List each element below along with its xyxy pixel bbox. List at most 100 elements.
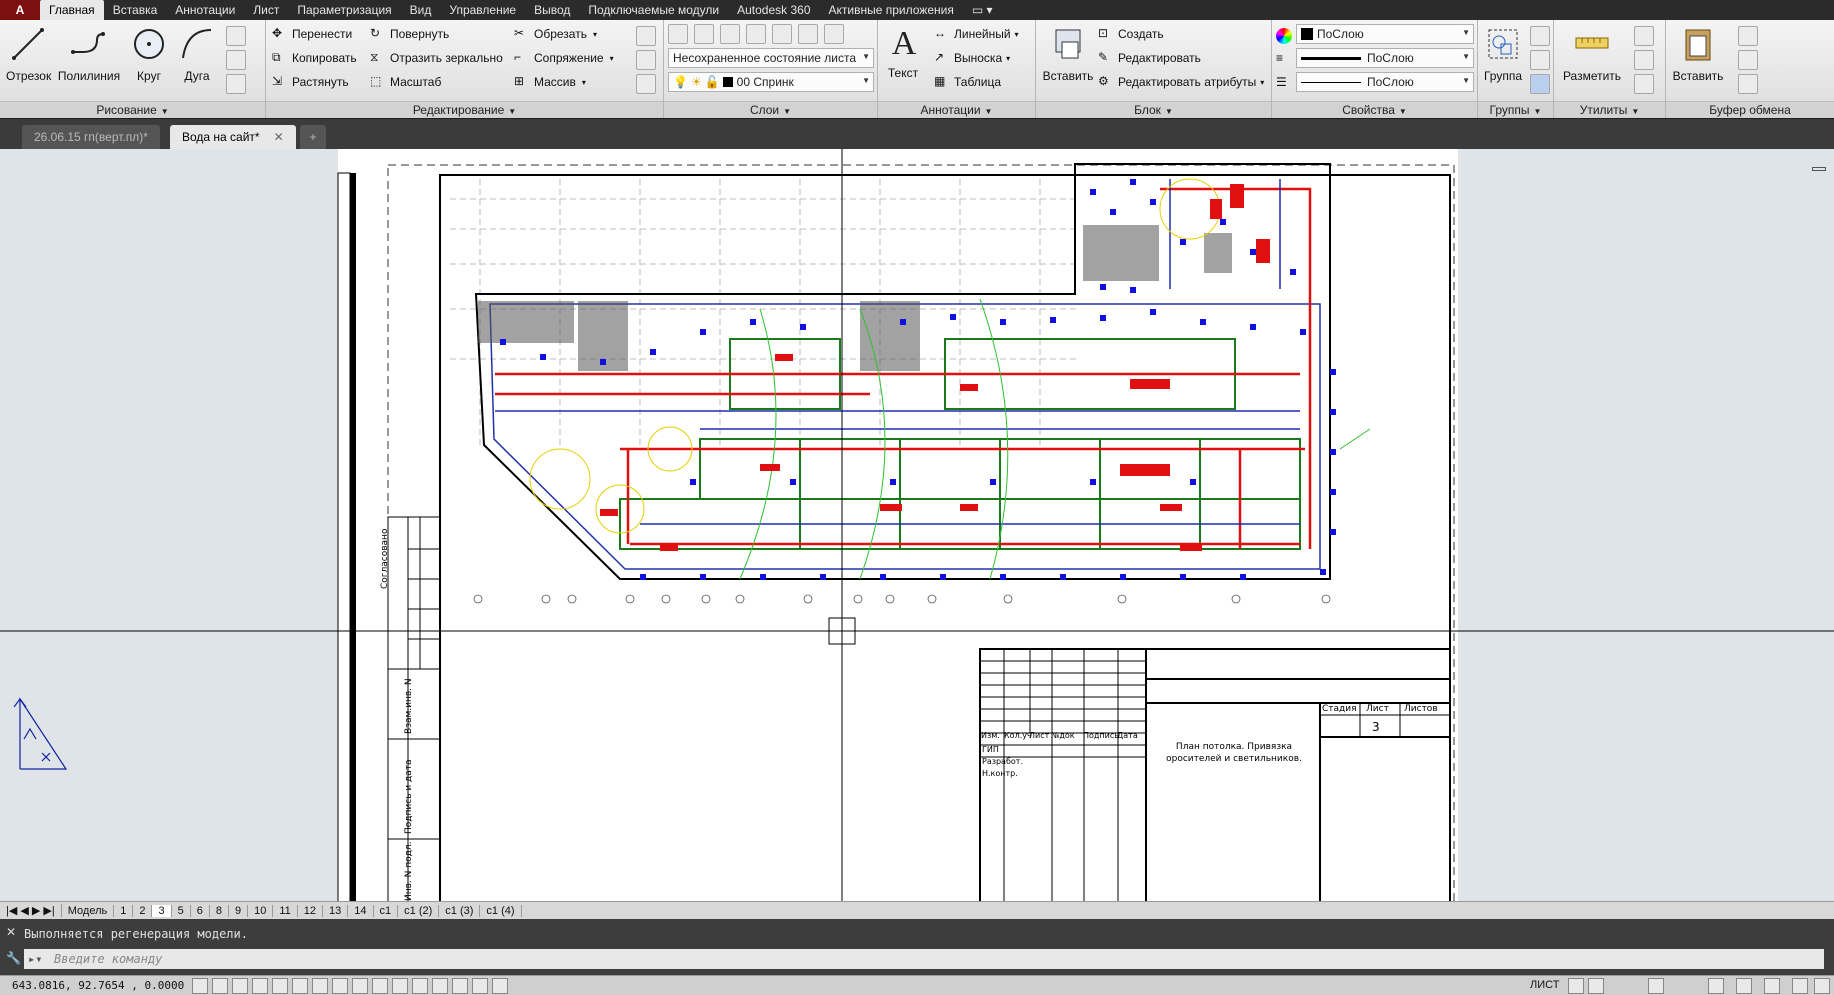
cut-icon[interactable] bbox=[1738, 26, 1758, 46]
edit-block-button[interactable]: ✎ Редактировать bbox=[1098, 48, 1201, 68]
tab-home[interactable]: Главная bbox=[40, 0, 104, 20]
object-snap-icon[interactable] bbox=[292, 978, 308, 994]
layout-tab[interactable]: 6 bbox=[191, 904, 210, 917]
lineweight-dropdown[interactable]: ПоСлою ▼ bbox=[1296, 48, 1474, 68]
tab-output[interactable]: Вывод bbox=[525, 0, 579, 20]
file-tab-inactive[interactable]: 26.06.15 гп(верт.пл)* bbox=[22, 125, 160, 149]
3d-object-snap-icon[interactable] bbox=[312, 978, 328, 994]
measure-button[interactable]: Разметить bbox=[1558, 24, 1626, 83]
polyline-button[interactable]: Полилиния bbox=[56, 24, 122, 83]
layer-previous-icon[interactable] bbox=[746, 24, 766, 44]
trim-button[interactable]: ✂ Обрезать ▾ bbox=[514, 24, 597, 44]
panel-layers-title[interactable]: Слои ▼ bbox=[664, 101, 877, 118]
edit-attributes-button[interactable]: ⚙ Редактировать атрибуты ▾ bbox=[1098, 72, 1264, 92]
panel-modify-title[interactable]: Редактирование ▼ bbox=[266, 101, 663, 118]
erase-icon[interactable] bbox=[636, 26, 656, 46]
lock-ui-icon[interactable] bbox=[1736, 978, 1752, 994]
quick-select-icon[interactable] bbox=[1634, 26, 1654, 46]
explode-icon[interactable] bbox=[636, 50, 656, 70]
application-menu-button[interactable]: A bbox=[0, 0, 40, 20]
offset-icon[interactable] bbox=[636, 74, 656, 94]
quick-view-layouts-icon[interactable] bbox=[1568, 978, 1584, 994]
layout-tab[interactable]: 8 bbox=[210, 904, 229, 917]
lineweight-display-icon[interactable] bbox=[392, 978, 408, 994]
linetype-dropdown[interactable]: ПоСлою ▼ bbox=[1296, 72, 1474, 92]
isolate-objects-icon[interactable] bbox=[1764, 978, 1780, 994]
group-selection-icon[interactable] bbox=[1530, 74, 1550, 94]
leader-button[interactable]: ↗ Выноска ▾ bbox=[934, 48, 1010, 68]
tab-autodesk360[interactable]: Autodesk 360 bbox=[728, 0, 819, 20]
move-button[interactable]: ✥ Перенести bbox=[272, 24, 352, 44]
workspace-switching-icon[interactable] bbox=[1708, 978, 1724, 994]
panel-properties-title[interactable]: Свойства ▼ bbox=[1272, 101, 1477, 118]
color-wheel-icon[interactable] bbox=[1276, 26, 1292, 46]
calculator-icon[interactable] bbox=[1634, 74, 1654, 94]
stretch-button[interactable]: ⇲ Растянуть bbox=[272, 72, 349, 92]
layout-tab[interactable]: 14 bbox=[348, 904, 374, 917]
ungroup-icon[interactable] bbox=[1530, 26, 1550, 46]
hardware-acceleration-icon[interactable] bbox=[1792, 978, 1808, 994]
wrench-icon[interactable]: 🔧 bbox=[6, 951, 21, 965]
layer-properties-icon[interactable] bbox=[668, 24, 688, 44]
layout-nav-icons[interactable]: |◀ ◀ ▶ ▶| bbox=[0, 904, 62, 917]
transparency-icon[interactable] bbox=[412, 978, 428, 994]
layout-tab[interactable]: 12 bbox=[298, 904, 324, 917]
ribbon-toggle-icon[interactable]: ▭ ▾ bbox=[963, 0, 1002, 20]
file-tab-active[interactable]: Вода на сайт* ✕ bbox=[170, 125, 296, 149]
clean-screen-icon[interactable] bbox=[1814, 978, 1830, 994]
ortho-mode-icon[interactable] bbox=[252, 978, 268, 994]
tab-plugins[interactable]: Подключаемые модули bbox=[579, 0, 728, 20]
layout-tab[interactable]: 5 bbox=[172, 904, 191, 917]
layer-isolate-icon[interactable] bbox=[772, 24, 792, 44]
select-all-icon[interactable] bbox=[1634, 50, 1654, 70]
layout-tab[interactable]: с1 (2) bbox=[398, 904, 440, 917]
panel-annotation-title[interactable]: Аннотации ▼ bbox=[878, 101, 1035, 118]
text-button[interactable]: A Текст bbox=[884, 24, 922, 80]
layer-set-current-icon[interactable] bbox=[694, 24, 714, 44]
drawing-canvas[interactable]: Изм. Кол.уч Лист №док Подпись Дата ГИП Р… bbox=[0, 149, 1834, 906]
layout-tab[interactable]: с1 bbox=[374, 904, 399, 917]
tab-parametric[interactable]: Параметризация bbox=[288, 0, 400, 20]
quick-view-drawings-icon[interactable] bbox=[1588, 978, 1604, 994]
array-button[interactable]: ⊞ Массив ▾ bbox=[514, 72, 586, 92]
layer-match-icon[interactable] bbox=[720, 24, 740, 44]
grid-display-icon[interactable] bbox=[232, 978, 248, 994]
close-command-icon[interactable]: ✕ bbox=[6, 925, 16, 939]
layout-tab[interactable]: 2 bbox=[133, 904, 153, 917]
copy-clip-icon[interactable] bbox=[1738, 50, 1758, 70]
tab-insert[interactable]: Вставка bbox=[104, 0, 167, 20]
dynamic-input-icon[interactable] bbox=[372, 978, 388, 994]
plus-status-icon[interactable] bbox=[492, 978, 508, 994]
layout-tab[interactable]: 11 bbox=[273, 904, 298, 917]
copy-button[interactable]: ⧉ Копировать bbox=[272, 48, 357, 68]
paste-button[interactable]: Вставить bbox=[1670, 24, 1726, 83]
hatch-icon[interactable] bbox=[226, 50, 246, 70]
viewport-minimize-icon[interactable] bbox=[1812, 167, 1826, 171]
fillet-button[interactable]: ⌐ Сопряжение ▾ bbox=[514, 48, 614, 68]
tab-annotate[interactable]: Аннотации bbox=[166, 0, 244, 20]
panel-block-title[interactable]: Блок ▼ bbox=[1036, 101, 1271, 118]
scale-button[interactable]: ⬚ Масштаб bbox=[370, 72, 441, 92]
layer-dropdown[interactable]: 💡 ☀ 🔓 00 Спринк ▼ bbox=[668, 72, 874, 92]
color-dropdown[interactable]: ПоСлою ▼ bbox=[1296, 24, 1474, 44]
match-properties-icon[interactable] bbox=[1738, 74, 1758, 94]
group-button[interactable]: Группа bbox=[1482, 24, 1524, 83]
dynamic-ucs-icon[interactable] bbox=[352, 978, 368, 994]
create-block-button[interactable]: ⊡ Создать bbox=[1098, 24, 1164, 44]
command-input[interactable]: ▸▾ Введите команду bbox=[24, 949, 1824, 969]
maximize-viewport-icon[interactable] bbox=[1648, 978, 1664, 994]
panel-draw-title[interactable]: Рисование ▼ bbox=[0, 101, 265, 118]
region-icon[interactable] bbox=[226, 74, 246, 94]
group-edit-icon[interactable] bbox=[1530, 50, 1550, 70]
rectangle-icon[interactable] bbox=[226, 26, 246, 46]
snap-mode-icon[interactable] bbox=[212, 978, 228, 994]
layout-tab-active[interactable]: 3 bbox=[152, 904, 172, 917]
tab-layout[interactable]: Лист bbox=[244, 0, 288, 20]
layout-tab[interactable]: 9 bbox=[229, 904, 249, 917]
layer-state-dropdown[interactable]: Несохраненное состояние листа ▼ bbox=[668, 48, 874, 68]
panel-groups-title[interactable]: Группы ▼ bbox=[1478, 101, 1553, 118]
table-button[interactable]: ▦ Таблица bbox=[934, 72, 1001, 92]
line-button[interactable]: Отрезок bbox=[6, 24, 51, 83]
close-icon[interactable]: ✕ bbox=[274, 130, 284, 144]
mirror-button[interactable]: ⧖ Отразить зеркально bbox=[370, 48, 503, 68]
